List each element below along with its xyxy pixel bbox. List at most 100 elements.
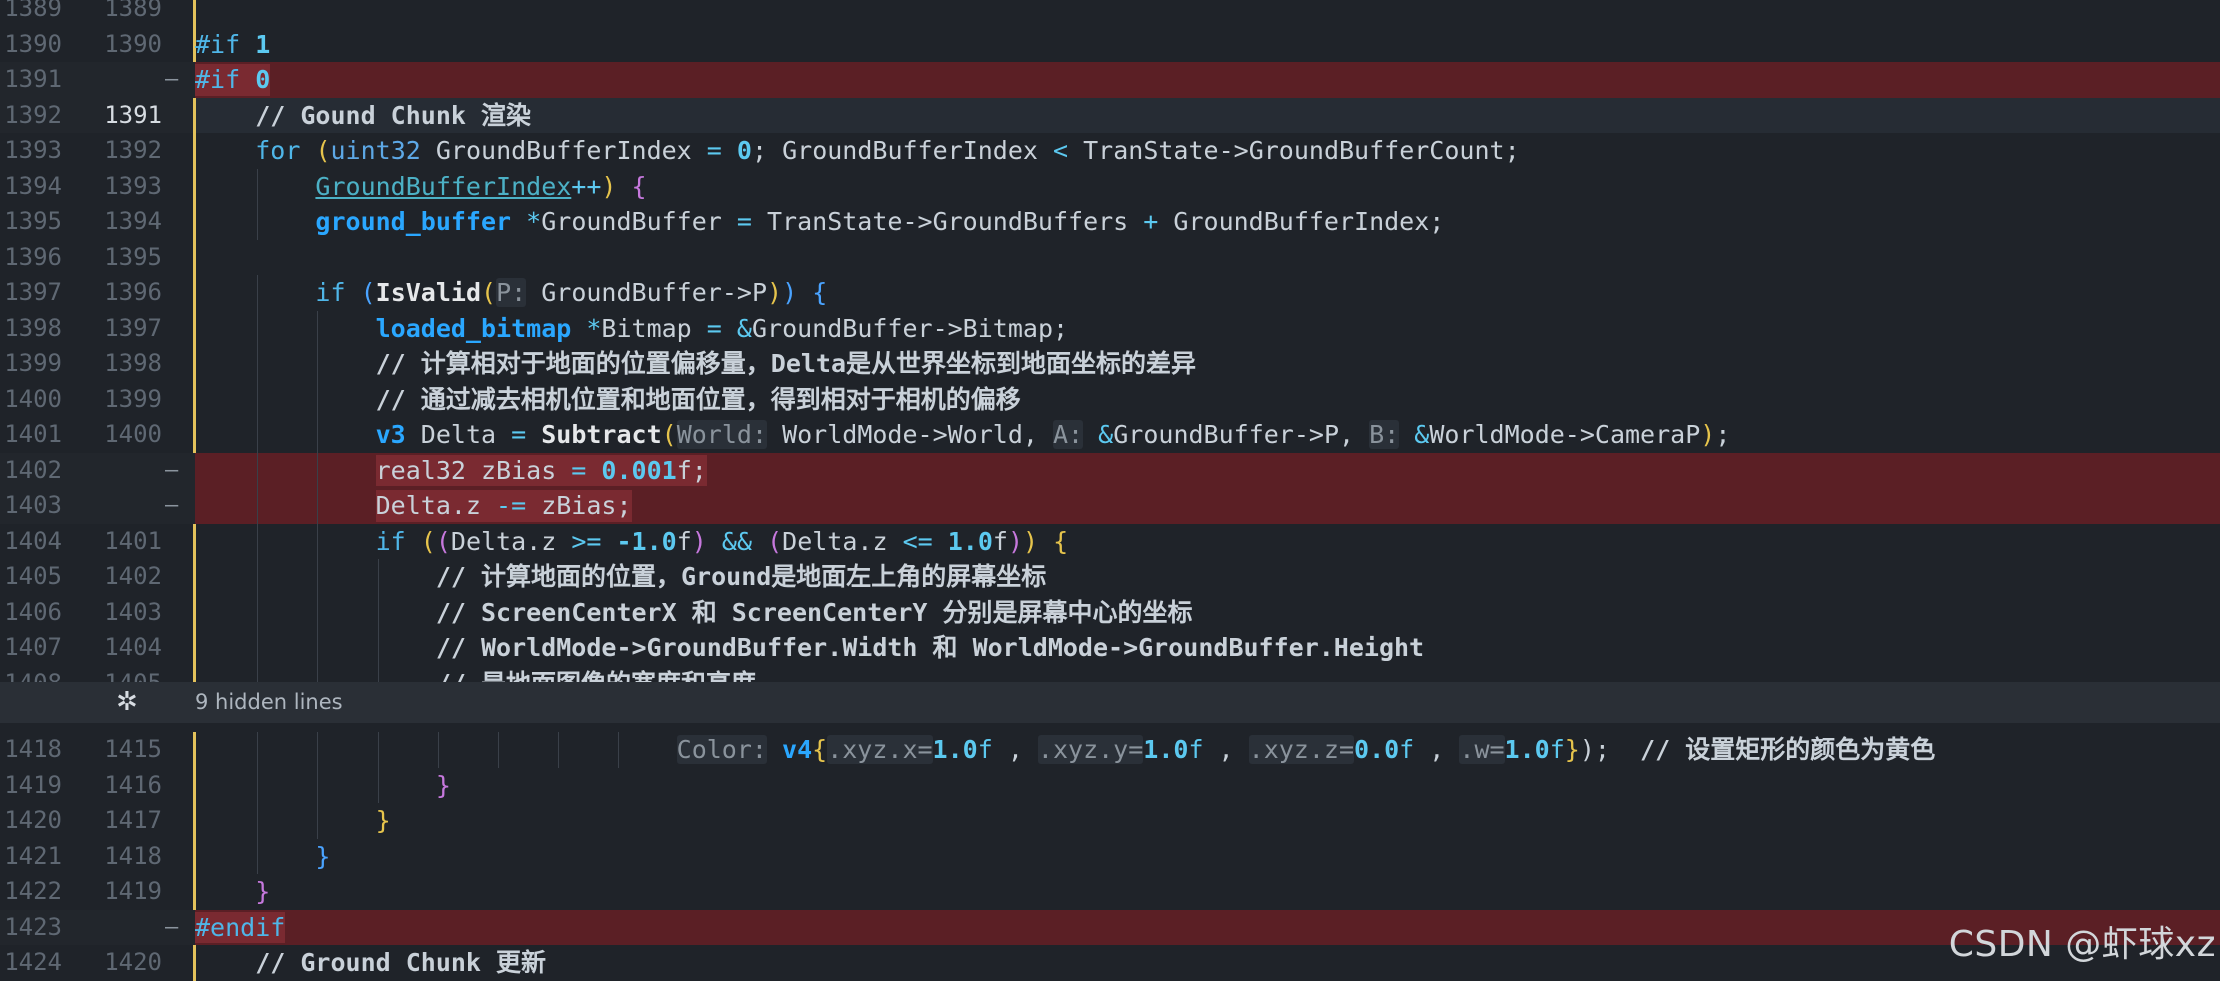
code-token: real32 zBias xyxy=(375,455,572,485)
new-line-number: 1420 xyxy=(104,948,162,976)
new-line-number: 1400 xyxy=(104,420,162,448)
deletion-marker: — xyxy=(165,493,179,518)
code-line[interactable]: 1405 1402 // 计算地面的位置，Ground是地面左上角的屏幕坐标 xyxy=(0,559,2220,595)
code-line[interactable]: 1394 1393 GroundBufferIndex++) { xyxy=(0,168,2220,204)
code-line[interactable]: 1399 1398 // 计算相对于地面的位置偏移量，Delta是从世界坐标到地面… xyxy=(0,346,2220,382)
old-line-number: 1419 xyxy=(4,770,62,799)
code-editor[interactable]: 1389 1389 1390 1390 #if 1 1391— #if 0 1392 1391 … xyxy=(0,0,2220,701)
code-line[interactable]: 1400 1399 // 通过减去相机位置和地面位置，得到相对于相机的偏移 xyxy=(0,381,2220,417)
deletion-marker: — xyxy=(165,457,179,483)
code-token: GroundBufferIndex xyxy=(420,136,707,165)
folded-region-bar[interactable]: ✲ 9 hidden lines xyxy=(0,682,2220,723)
code-content: // WorldMode->GroundBuffer.Width 和 World… xyxy=(195,630,2220,666)
new-line-number: 1397 xyxy=(104,313,162,342)
code-text: loaded_bitmap *Bitmap = &GroundBuffer->B… xyxy=(195,311,1068,347)
code-line[interactable]: 1420 1417 } xyxy=(0,803,2220,839)
code-token: v3 xyxy=(375,420,406,449)
code-text: for (uint32 GroundBufferIndex = 0; Groun… xyxy=(195,133,1520,169)
code-line[interactable]: 1421 1418 } xyxy=(0,838,2220,875)
code-token: * xyxy=(586,313,602,343)
code-content: if ((Delta.z >= -1.0f) && (Delta.z <= 1.… xyxy=(195,523,2220,559)
code-token: 1.0 xyxy=(947,526,993,556)
code-token: ++ xyxy=(571,171,602,201)
hidden-lines-label[interactable]: 9 hidden lines xyxy=(195,682,343,723)
code-text: } xyxy=(195,839,330,875)
code-token: ) xyxy=(601,171,617,201)
code-line[interactable]: 1424 1420 // Ground Chunk 更新 xyxy=(0,945,2220,981)
old-line-number: 1391 xyxy=(4,65,62,93)
code-token: f xyxy=(992,526,1008,556)
code-line[interactable]: 1392 1391 // Gound Chunk 渲染 xyxy=(0,97,2220,133)
code-line[interactable]: 1398 1397 loaded_bitmap *Bitmap = &Ground… xyxy=(0,310,2220,347)
code-line[interactable]: 1397 1396 if (IsValid(P: GroundBuffer->P)… xyxy=(0,275,2220,311)
old-line-number: 1424 xyxy=(4,948,62,976)
code-line[interactable]: 1422 1419 } xyxy=(0,874,2220,910)
new-line-number: 1416 xyxy=(104,770,162,799)
code-token: 1.0 xyxy=(1143,735,1189,764)
code-token: = xyxy=(706,136,722,165)
code-content: GroundBufferIndex++) { xyxy=(195,168,2220,204)
code-token: -= xyxy=(496,491,527,520)
code-token: 0 xyxy=(255,65,271,94)
code-token: ; xyxy=(1715,420,1731,449)
code-content: for (uint32 GroundBufferIndex = 0; Groun… xyxy=(195,133,2220,169)
code-token: 1 xyxy=(255,29,271,59)
code-token: #endif xyxy=(195,912,286,942)
code-line[interactable]: 1401 1400 v3 Delta = Subtract(World: Worl… xyxy=(0,417,2220,453)
code-token: } xyxy=(435,770,451,800)
unfold-icon[interactable]: ✲ xyxy=(116,682,138,723)
code-token: ( xyxy=(435,526,451,556)
deletion-marker: — xyxy=(165,67,179,92)
code-token: Delta xyxy=(405,420,512,449)
code-token: ( xyxy=(767,526,783,556)
code-token: P: xyxy=(496,278,527,307)
code-line[interactable]: 1396 1395 xyxy=(0,239,2220,275)
code-line[interactable]: 1406 1403 // ScreenCenterX 和 ScreenCenter… xyxy=(0,594,2220,630)
code-line[interactable]: 1390 1390 #if 1 xyxy=(0,26,2220,62)
code-token: { xyxy=(812,278,828,307)
code-line[interactable]: 1395 1394 ground_buffer *GroundBuffer = T… xyxy=(0,204,2220,240)
deleted-code-line[interactable]: 1391 — #if 0 xyxy=(0,62,2220,98)
code-token: // 通过减去相机位置和地面位置，得到相对于相机的偏移 xyxy=(375,384,1021,414)
code-token: f xyxy=(1399,735,1415,764)
deleted-code-line[interactable]: 1423 — #endif xyxy=(0,909,2220,945)
code-token: B: xyxy=(1369,420,1400,449)
code-token: , xyxy=(1414,735,1460,764)
code-line[interactable]: 1407 1404 // WorldMode->GroundBuffer.Widt… xyxy=(0,630,2220,666)
new-line-number: 1417 xyxy=(104,806,162,834)
code-token: TranState->GroundBufferCount; xyxy=(1068,136,1520,165)
old-line-number: 1420 xyxy=(4,806,62,834)
code-line[interactable]: 1419 1416 } xyxy=(0,767,2220,803)
code-text: real32 zBias = 0.001f; xyxy=(195,453,707,489)
code-token: .xyz.z= xyxy=(1248,735,1355,764)
code-token: & xyxy=(1098,420,1114,449)
code-line[interactable]: 1393 1392 for (uint32 GroundBufferIndex =… xyxy=(0,133,2220,169)
code-token: Subtract xyxy=(541,420,662,449)
code-line[interactable]: 1389 1389 xyxy=(0,0,2220,27)
deleted-code-line[interactable]: 1402 — real32 zBias = 0.001f; xyxy=(0,452,2220,489)
code-line[interactable]: 1418 1415 Color: v4{.xyz.x=1.0f , .xyz.y=… xyxy=(0,732,2220,768)
code-token: // 计算相对于地面的位置偏移量，Delta是从世界坐标到地面坐标的差异 xyxy=(375,349,1197,378)
code-token: Delta.z xyxy=(375,491,497,520)
old-line-number: 1406 xyxy=(4,597,62,626)
code-line[interactable]: 1404 1401 if ((Delta.z >= -1.0f) && (Delt… xyxy=(0,523,2220,559)
code-content: // Ground Chunk 更新 xyxy=(195,945,2220,981)
code-token: { xyxy=(812,735,828,764)
code-editor-bottom[interactable]: 1418 1415 Color: v4{.xyz.x=1.0f , .xyz.y=… xyxy=(0,732,2220,981)
deleted-code-line[interactable]: 1403 — Delta.z -= zBias; xyxy=(0,488,2220,524)
old-line-number: 1398 xyxy=(4,313,62,342)
code-token: , xyxy=(1203,735,1249,764)
